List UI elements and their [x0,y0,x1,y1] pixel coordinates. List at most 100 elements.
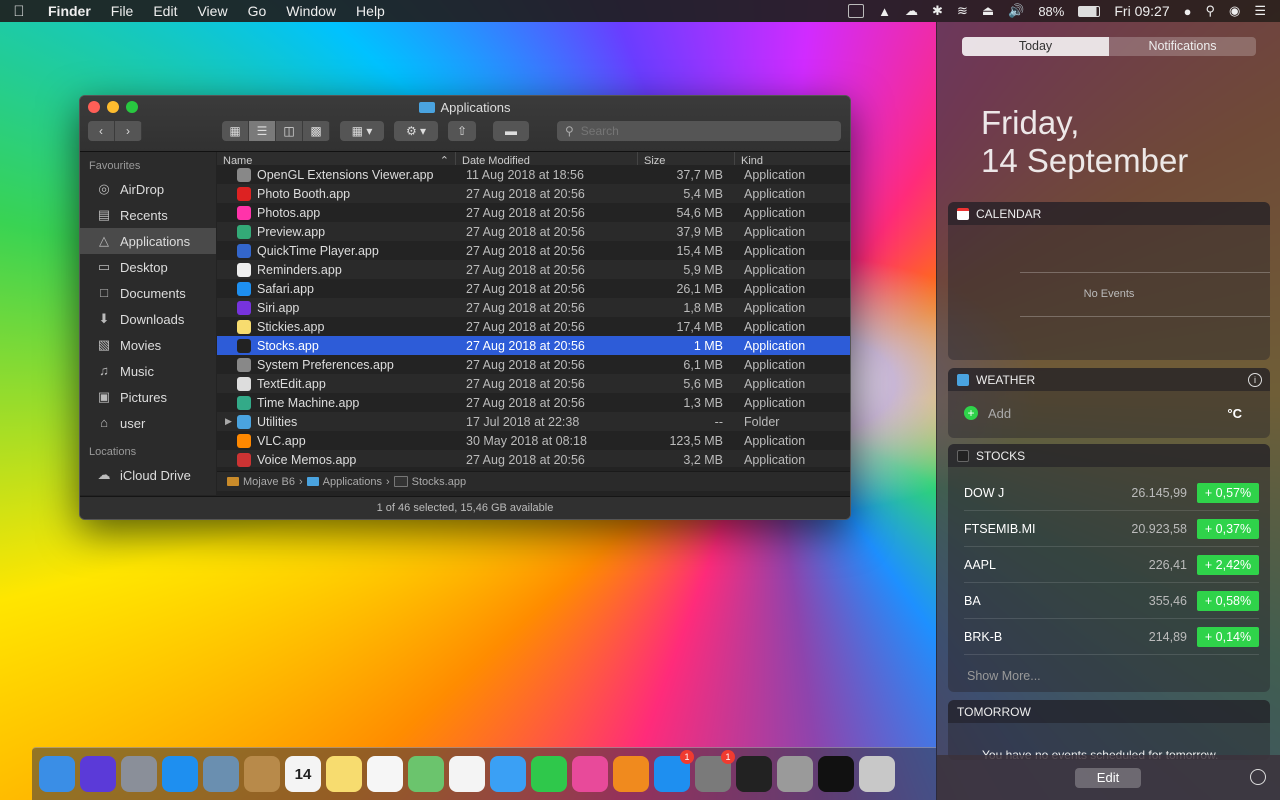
disclosure-triangle-icon[interactable]: ▶ [225,416,237,427]
column-view-button[interactable]: ◫ [276,121,303,141]
menu-go[interactable]: Go [238,3,277,19]
tab-today[interactable]: Today [962,37,1109,56]
menu-app-name[interactable]: Finder [38,3,101,19]
apple-menu-icon[interactable]:  [0,3,38,20]
maps-icon[interactable] [408,756,444,792]
sidebar-item-icloud-drive[interactable]: ☁ iCloud Drive [80,462,216,488]
path-item-file[interactable]: Stocks.app [412,476,466,488]
forward-button[interactable]: › [115,121,142,141]
sidebar-item-music[interactable]: ♫ Music [80,358,216,384]
menu-edit[interactable]: Edit [143,3,187,19]
table-row[interactable]: Photos.app 27 Aug 2018 at 20:56 54,6 MB App… [217,203,850,222]
menu-view[interactable]: View [187,3,237,19]
messages-icon[interactable] [490,756,526,792]
cloud-icon[interactable]: ☁ [905,3,918,19]
menu-window[interactable]: Window [276,3,346,19]
weather-add-label[interactable]: Add [988,406,1011,421]
stock-change-badge[interactable]: + 0,37% [1197,518,1259,539]
sidebar-item-movies[interactable]: ▧ Movies [80,332,216,358]
activity-monitor-icon[interactable] [736,756,772,792]
back-button[interactable]: ‹ [88,121,115,141]
archive-utility-icon[interactable] [859,756,895,792]
menu-help[interactable]: Help [346,3,395,19]
table-row[interactable]: OpenGL Extensions Viewer.app 11 Aug 2018 … [217,165,850,184]
clock[interactable]: Fri 09:27 [1114,3,1169,19]
table-row[interactable]: Voice Memos.app 27 Aug 2018 at 20:56 3,2 M… [217,450,850,467]
terminal-icon[interactable] [818,756,854,792]
path-item-folder[interactable]: Applications [323,476,382,488]
sidebar-item-downloads[interactable]: ⬇ Downloads [80,306,216,332]
volume-icon[interactable]: 🔊 [1008,3,1024,19]
sidebar-item-airdrop[interactable]: ◎ AirDrop [80,176,216,202]
sidebar-item-applications[interactable]: △ Applications [80,228,216,254]
finder-icon[interactable] [39,756,75,792]
icon-view-button[interactable]: ▦ [222,121,249,141]
reminders-icon[interactable] [367,756,403,792]
table-row[interactable]: Photo Booth.app 27 Aug 2018 at 20:56 5,4 M… [217,184,850,203]
group-by-button[interactable]: ▦ ▾ [340,121,384,141]
table-row[interactable]: Time Machine.app 27 Aug 2018 at 20:56 1,3 … [217,393,850,412]
battery-percentage[interactable]: 88% [1038,4,1064,19]
table-row[interactable]: ▶ Utilities 17 Jul 2018 at 22:38 -- Folder [217,412,850,431]
siri-icon[interactable]: ◉ [1229,3,1240,19]
system-preferences-icon[interactable]: 1 [695,750,735,792]
tags-button[interactable]: ▬ [493,121,529,141]
table-row[interactable]: System Preferences.app 27 Aug 2018 at 20:… [217,355,850,374]
safari-icon[interactable] [162,756,198,792]
table-row[interactable]: Stocks.app 27 Aug 2018 at 20:56 1 MB Applic… [217,336,850,355]
sidebar-item-desktop[interactable]: ▭ Desktop [80,254,216,280]
weather-add-row[interactable]: + Add °C [948,391,1270,435]
add-icon[interactable]: + [964,406,978,420]
menu-file[interactable]: File [101,3,144,19]
wifi-icon[interactable]: ≋ [957,3,968,19]
edit-button[interactable]: Edit [1075,768,1141,788]
list-view-button[interactable]: ☰ [249,121,276,141]
gallery-view-button[interactable]: ▩ [303,121,330,141]
table-row[interactable]: Safari.app 27 Aug 2018 at 20:56 26,1 MB App… [217,279,850,298]
network-monitor-icon[interactable]: ▲ [878,4,891,19]
sidebar-item-user[interactable]: ⌂ user [80,410,216,436]
stock-row[interactable]: BRK-B 214,89 + 0,14% [964,619,1259,655]
notification-center-icon[interactable]: ☰ [1254,3,1266,19]
battery-icon[interactable] [1078,5,1101,17]
stock-row[interactable]: DOW J 26.145,99 + 0,57% [964,475,1259,511]
stock-row[interactable]: FTSEMIB.MI 20.923,58 + 0,37% [964,511,1259,547]
itunes-icon[interactable] [572,756,608,792]
stock-change-badge[interactable]: + 2,42% [1197,554,1259,575]
user-icon[interactable]: ● [1184,4,1192,19]
path-item-disk[interactable]: Mojave B6 [243,476,295,488]
status-app-icon[interactable] [848,4,865,18]
table-row[interactable]: QuickTime Player.app 27 Aug 2018 at 20:56… [217,241,850,260]
books-icon[interactable] [613,756,649,792]
sidebar-item-pictures[interactable]: ▣ Pictures [80,384,216,410]
launchpad-icon[interactable] [121,756,157,792]
table-row[interactable]: Reminders.app 27 Aug 2018 at 20:56 5,9 MB A… [217,260,850,279]
sidebar-item-documents[interactable]: □ Documents [80,280,216,306]
show-more-link[interactable]: Show More... [948,655,1270,683]
siri-icon[interactable] [80,756,116,792]
contacts-icon[interactable] [244,756,280,792]
search-input[interactable] [578,123,823,139]
eject-icon[interactable]: ⏏ [982,3,994,19]
facetime-icon[interactable] [531,756,567,792]
table-row[interactable]: VLC.app 30 May 2018 at 08:18 123,5 MB Appli… [217,431,850,450]
settings-gear-icon[interactable] [1250,769,1266,785]
stock-change-badge[interactable]: + 0,14% [1197,626,1259,647]
spotlight-search-icon[interactable]: ⚲ [1205,3,1215,19]
info-icon[interactable]: i [1248,372,1262,387]
table-row[interactable]: TextEdit.app 27 Aug 2018 at 20:56 5,6 MB Ap… [217,374,850,393]
mail-icon[interactable] [203,756,239,792]
search-field[interactable]: ⚲ [557,121,841,141]
stock-change-badge[interactable]: + 0,57% [1197,482,1259,503]
table-row[interactable]: Preview.app 27 Aug 2018 at 20:56 37,9 MB Ap… [217,222,850,241]
temperature-unit-toggle[interactable]: °C [1227,406,1242,421]
bluetooth-icon[interactable]: ✱ [932,3,943,19]
table-row[interactable]: Siri.app 27 Aug 2018 at 20:56 1,8 MB Applic… [217,298,850,317]
notes-icon[interactable] [326,756,362,792]
share-button[interactable]: ⇧ [448,121,476,141]
app-store-icon[interactable]: 1 [654,750,694,792]
stock-row[interactable]: BA 355,46 + 0,58% [964,583,1259,619]
disk-utility-icon[interactable] [777,756,813,792]
tab-notifications[interactable]: Notifications [1109,37,1256,56]
calendar-icon[interactable]: 14 [285,756,321,792]
